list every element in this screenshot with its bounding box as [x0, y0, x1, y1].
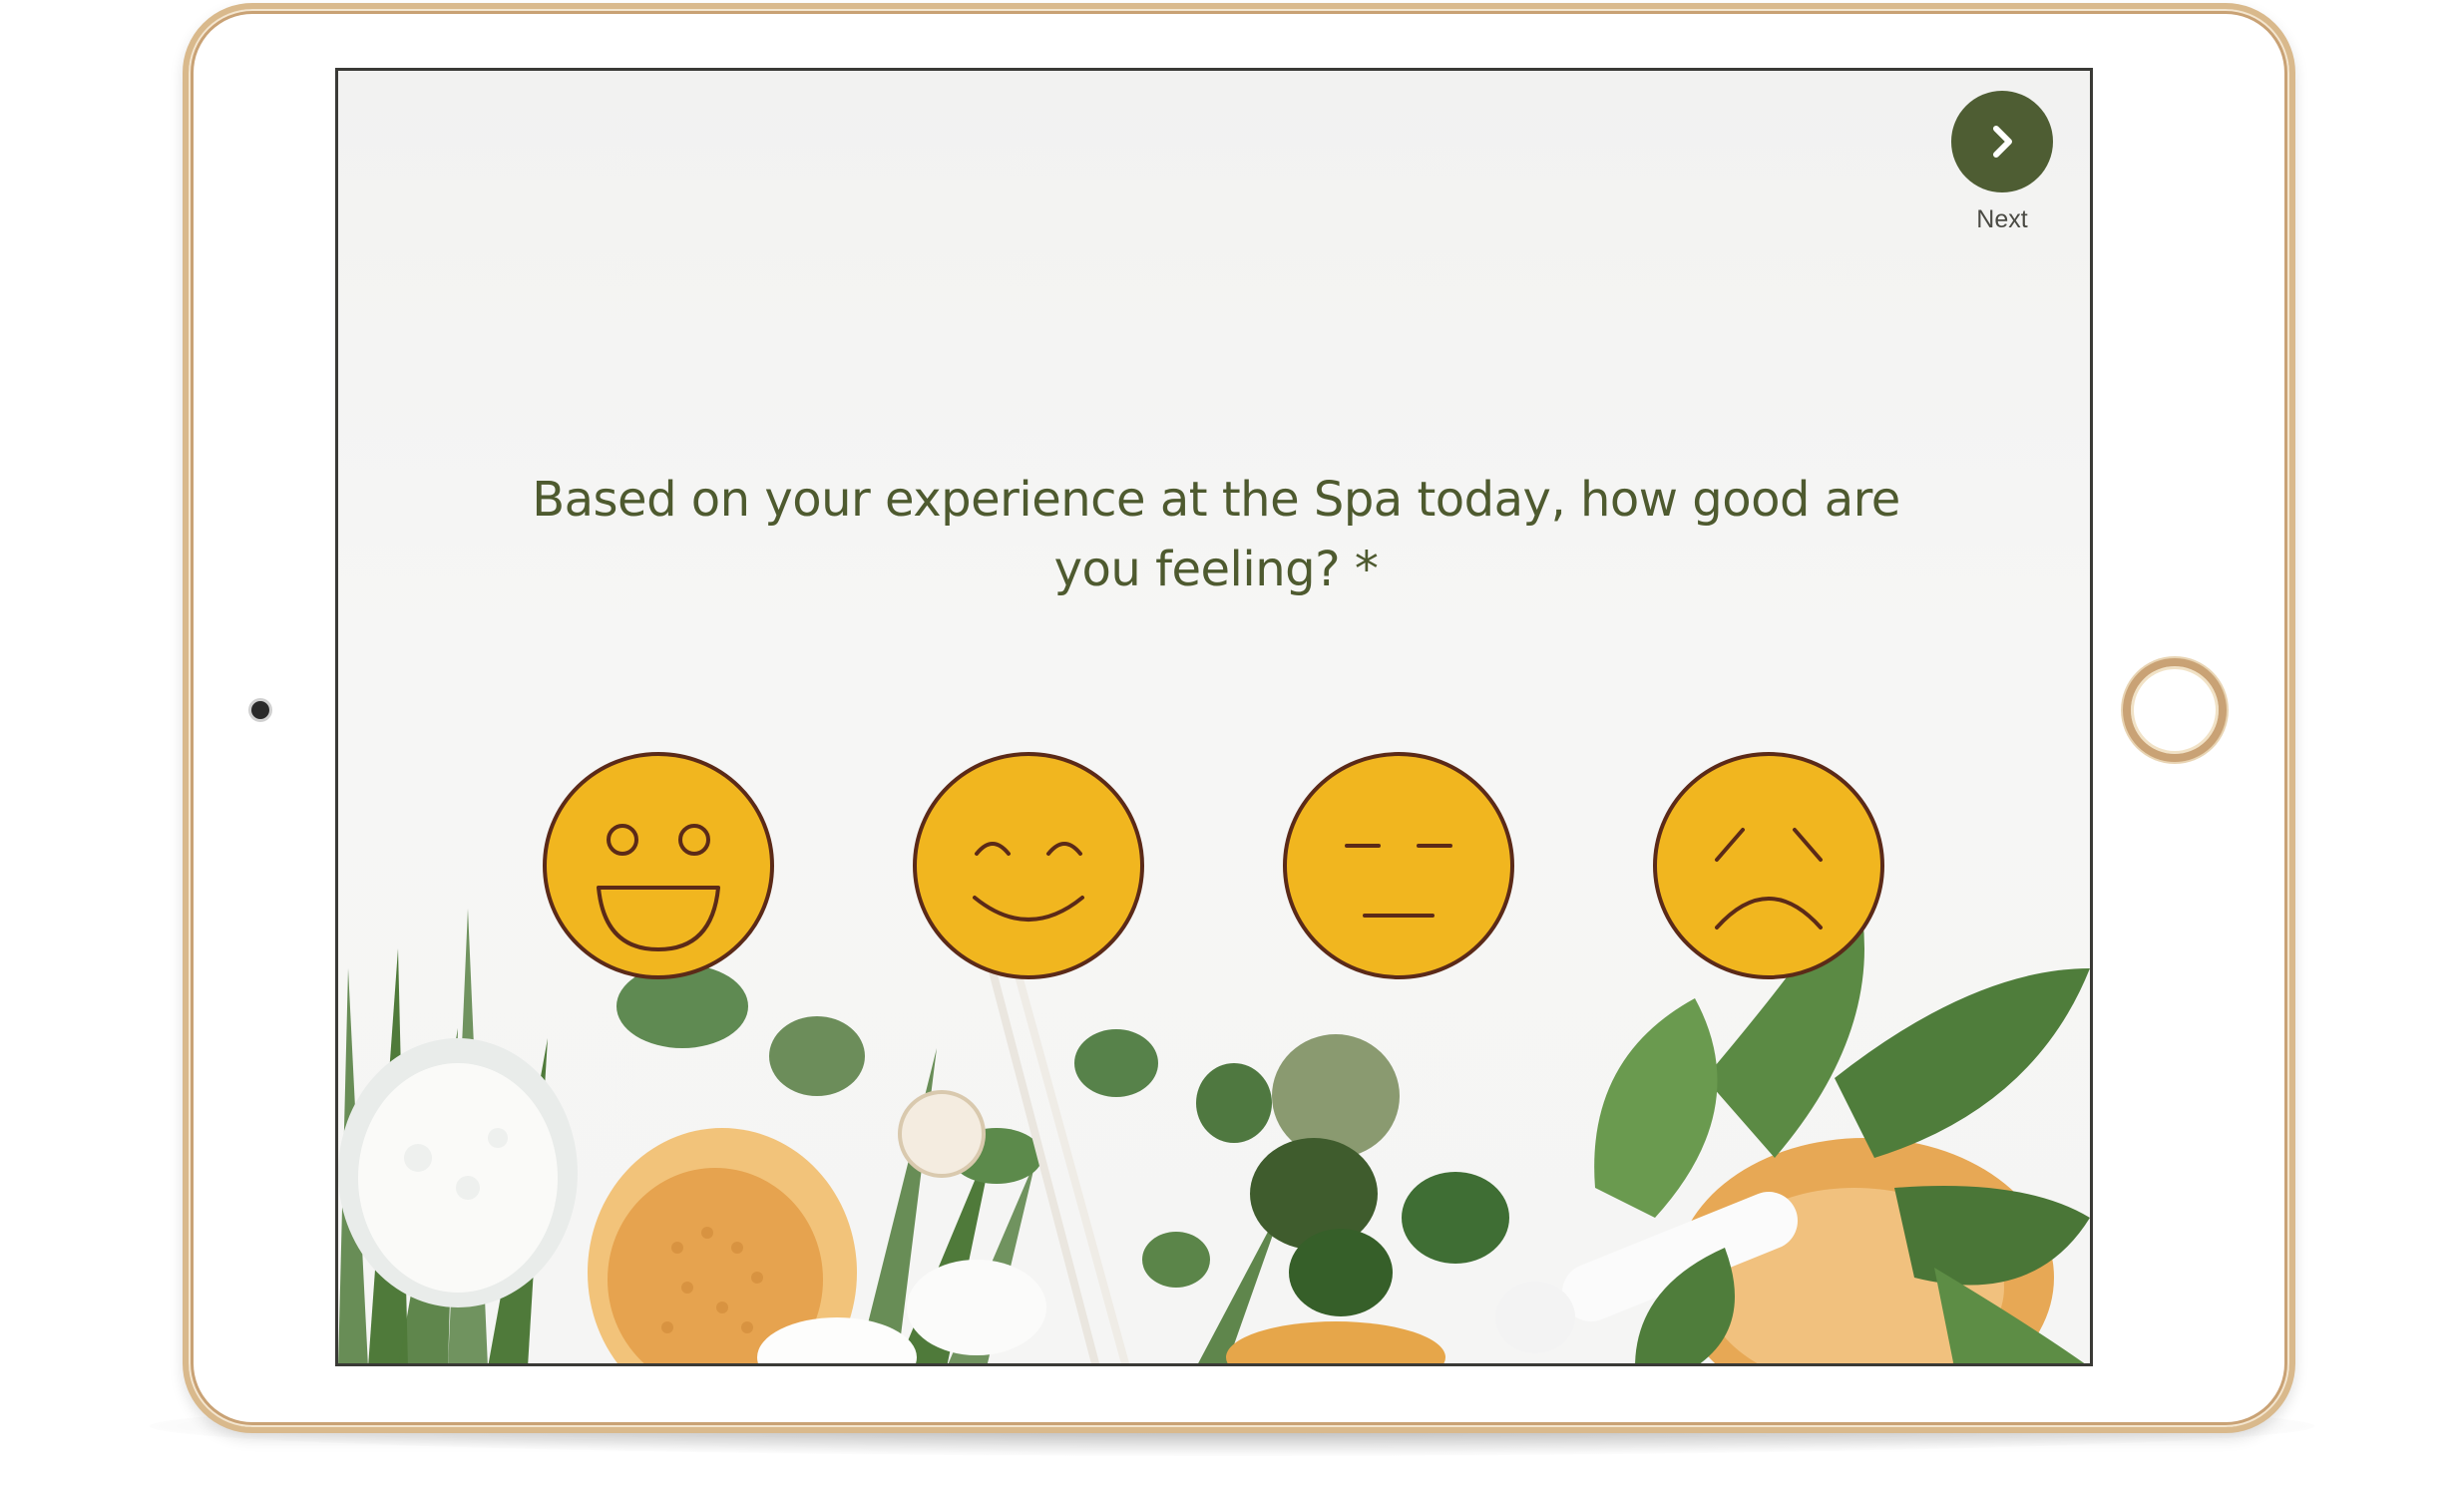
survey-question: Based on your experience at the Spa toda… — [532, 472, 1900, 597]
neutral-face-graphic — [1283, 752, 1514, 979]
next-button[interactable] — [1951, 91, 2053, 192]
home-button[interactable] — [2123, 658, 2227, 762]
very-happy-face-icon[interactable] — [541, 750, 776, 981]
chevron-right-icon — [1993, 126, 2012, 158]
sad-face-icon[interactable] — [1651, 750, 1886, 981]
tablet-screen: Next Based on your experience at the Spa… — [335, 68, 2093, 1366]
neutral-face-icon[interactable] — [1281, 750, 1516, 981]
sad-face-graphic — [1653, 752, 1884, 979]
very-happy-face-graphic — [543, 752, 774, 979]
happy-face-icon[interactable] — [911, 750, 1146, 981]
next-label: Next — [1976, 205, 2028, 233]
happy-face-graphic — [913, 752, 1144, 979]
stage: Next Based on your experience at the Spa… — [0, 0, 2464, 1486]
camera-icon — [251, 701, 269, 719]
